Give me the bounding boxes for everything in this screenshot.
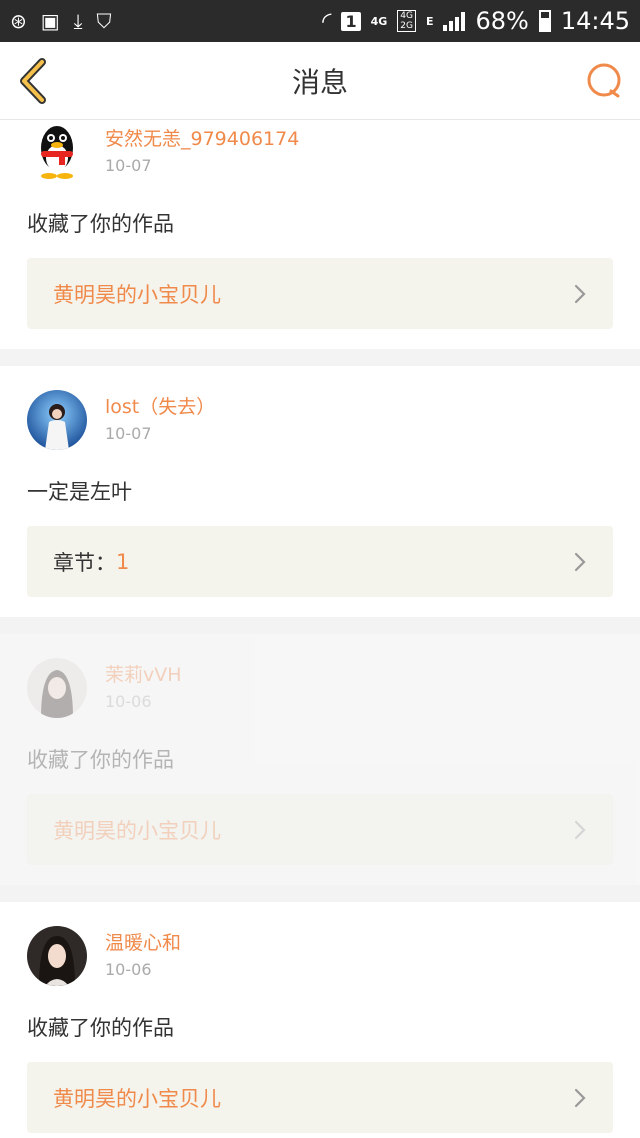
clock: 14:45 — [560, 7, 630, 35]
chevron-right-icon — [574, 284, 586, 303]
message-date: 10-07 — [105, 424, 152, 443]
message-card: lost（失去） 10-07 一定是左叶 章节： 1 — [0, 366, 640, 617]
chevron-right-icon — [574, 1088, 586, 1107]
work-title: 黄明昊的小宝贝儿 — [53, 1086, 221, 1111]
weibo-icon: ⊛ — [10, 9, 27, 33]
woman-portrait-avatar[interactable] — [27, 926, 87, 986]
work-title: 黄明昊的小宝贝儿 — [53, 818, 221, 843]
search-icon[interactable] — [586, 62, 624, 100]
battery-icon — [538, 10, 551, 32]
message-date: 10-06 — [105, 692, 152, 711]
sender-name[interactable]: 温暖心和 — [105, 930, 181, 956]
sender-name[interactable]: 茉莉vVH — [105, 662, 182, 688]
work-link[interactable]: 黄明昊的小宝贝儿 — [27, 794, 613, 865]
download-icon: ⤓ — [73, 9, 83, 33]
sender-name[interactable]: lost（失去） — [105, 394, 215, 420]
message-text: 收藏了你的作品 — [27, 748, 174, 772]
qq-penguin-avatar[interactable] — [27, 122, 87, 182]
message-card: 安然无恙_979406174 10-07 收藏了你的作品 黄明昊的小宝贝儿 — [0, 120, 640, 349]
back-arrow-icon[interactable] — [14, 56, 54, 106]
top-nav-bar: 消息 — [0, 42, 640, 120]
girl-portrait-avatar[interactable] — [27, 658, 87, 718]
message-card: 温暖心和 10-06 收藏了你的作品 黄明昊的小宝贝儿 — [0, 902, 640, 1138]
sender-name[interactable]: 安然无恙_979406174 — [105, 126, 299, 152]
message-text: 收藏了你的作品 — [27, 1016, 174, 1040]
message-list[interactable]: 安然无恙_979406174 10-07 收藏了你的作品 黄明昊的小宝贝儿 lo… — [0, 120, 640, 1138]
chevron-right-icon — [574, 552, 586, 571]
network-4g-2g: 4G 2G — [397, 10, 416, 32]
gallery-icon: ▣ — [40, 9, 60, 33]
message-date: 10-06 — [105, 960, 152, 979]
network-4g: 4G — [370, 14, 388, 28]
sim-indicator: 1 — [341, 11, 361, 31]
status-bar: ⊛ ▣ ⤓ ⛉ ◜ 1 4G 4G 2G E 68% 14:45 — [0, 0, 640, 42]
chapter-link[interactable]: 章节： 1 — [27, 526, 613, 597]
message-date: 10-07 — [105, 156, 152, 175]
signal-icon — [443, 11, 466, 31]
chapter-label: 章节： — [53, 550, 116, 575]
work-link[interactable]: 黄明昊的小宝贝儿 — [27, 258, 613, 329]
chapter-number: 1 — [116, 549, 130, 574]
message-text: 一定是左叶 — [27, 480, 132, 504]
stage-singer-avatar[interactable] — [27, 390, 87, 450]
work-link[interactable]: 黄明昊的小宝贝儿 — [27, 1062, 613, 1133]
message-text: 收藏了你的作品 — [27, 212, 174, 236]
chevron-right-icon — [574, 820, 586, 839]
work-title: 黄明昊的小宝贝儿 — [53, 282, 221, 307]
battery-percent: 68% — [475, 7, 529, 35]
page-title: 消息 — [291, 65, 348, 99]
shield-icon: ⛉ — [96, 9, 112, 33]
message-card: 茉莉vVH 10-06 收藏了你的作品 黄明昊的小宝贝儿 — [0, 634, 640, 885]
network-e: E — [425, 14, 434, 28]
wifi-icon: ◜ — [322, 7, 332, 35]
